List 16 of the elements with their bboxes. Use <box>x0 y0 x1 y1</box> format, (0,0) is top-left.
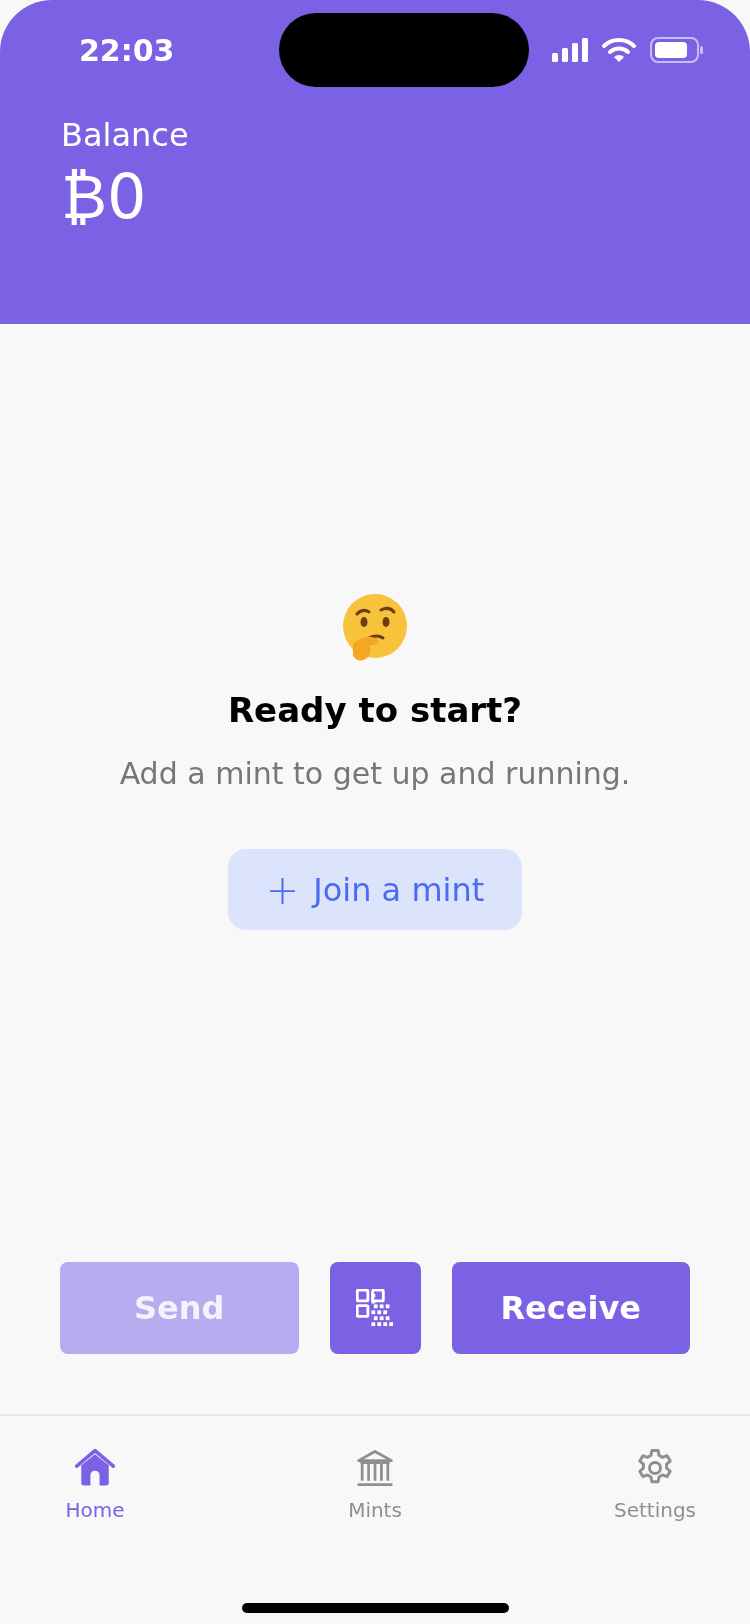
balance-amount: ₿0 <box>61 160 148 233</box>
status-time: 22:03 <box>79 32 176 68</box>
scan-button[interactable] <box>329 1262 421 1354</box>
qr-code-icon <box>356 1289 394 1327</box>
thinking-emoji-icon <box>341 592 409 664</box>
battery-icon <box>650 37 704 63</box>
tab-bar-item[interactable]: Mints <box>320 1446 430 1522</box>
tab-bar-item[interactable]: Settings <box>600 1446 710 1522</box>
empty-state-message: Add a mint to get up and running. <box>119 756 631 791</box>
tab-bar-item[interactable]: Home <box>40 1446 150 1522</box>
balance-label: Balance <box>61 116 190 154</box>
join-mint-button[interactable]: + Join a mint <box>228 849 522 930</box>
empty-state-title: Ready to start? <box>227 690 523 730</box>
signal-icon <box>552 38 588 62</box>
action-button[interactable]: Receive <box>451 1262 690 1354</box>
wifi-icon <box>602 38 636 62</box>
